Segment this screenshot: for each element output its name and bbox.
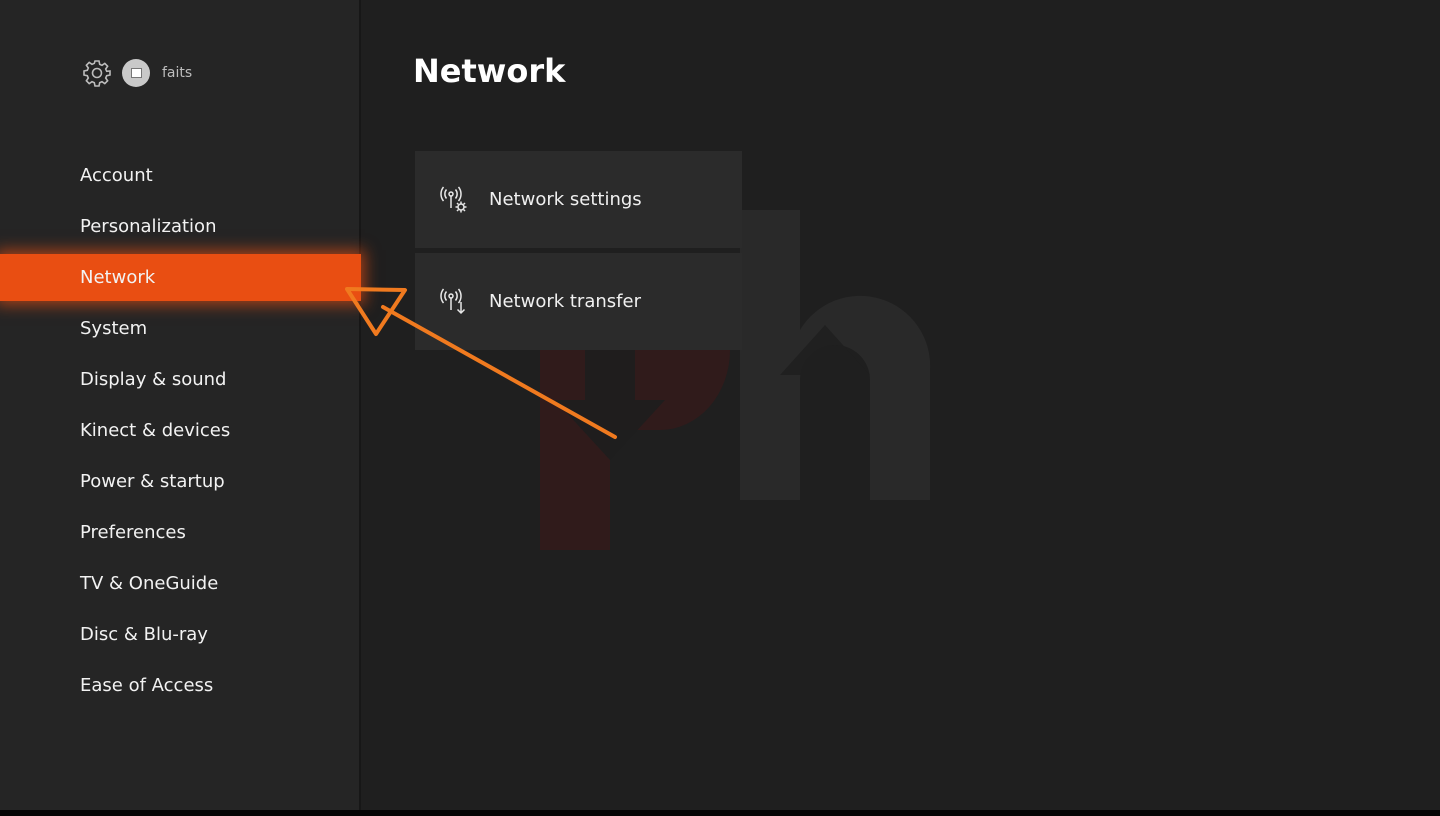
sidebar-item-network[interactable]: Network (0, 254, 361, 301)
settings-sidebar: faits Account Personalization Network Sy… (0, 0, 361, 810)
gamertag: faits (162, 65, 193, 81)
network-transfer-icon (440, 288, 466, 314)
sidebar-item-power-startup[interactable]: Power & startup (0, 456, 361, 507)
sidebar-item-display-sound[interactable]: Display & sound (0, 354, 361, 405)
avatar[interactable] (122, 59, 150, 87)
gear-icon[interactable] (82, 58, 112, 88)
sidebar-item-ease-of-access[interactable]: Ease of Access (0, 660, 361, 711)
profile-header: faits (82, 58, 192, 88)
sidebar-item-kinect-devices[interactable]: Kinect & devices (0, 405, 361, 456)
sidebar-item-disc-bluray[interactable]: Disc & Blu-ray (0, 609, 361, 660)
network-transfer-tile[interactable]: Network transfer (415, 253, 742, 350)
network-settings-label: Network settings (489, 189, 642, 210)
sidebar-item-system[interactable]: System (0, 303, 361, 354)
sidebar-item-account[interactable]: Account (0, 150, 361, 201)
network-settings-tile[interactable]: Network settings (415, 151, 742, 248)
bottom-bar (0, 810, 1440, 816)
settings-nav: Account Personalization Network System D… (0, 150, 361, 711)
page-title: Network (413, 52, 566, 90)
sidebar-item-tv-oneguide[interactable]: TV & OneGuide (0, 558, 361, 609)
network-settings-icon (440, 186, 467, 212)
sidebar-item-preferences[interactable]: Preferences (0, 507, 361, 558)
sidebar-item-personalization[interactable]: Personalization (0, 201, 361, 252)
network-transfer-label: Network transfer (489, 291, 641, 312)
